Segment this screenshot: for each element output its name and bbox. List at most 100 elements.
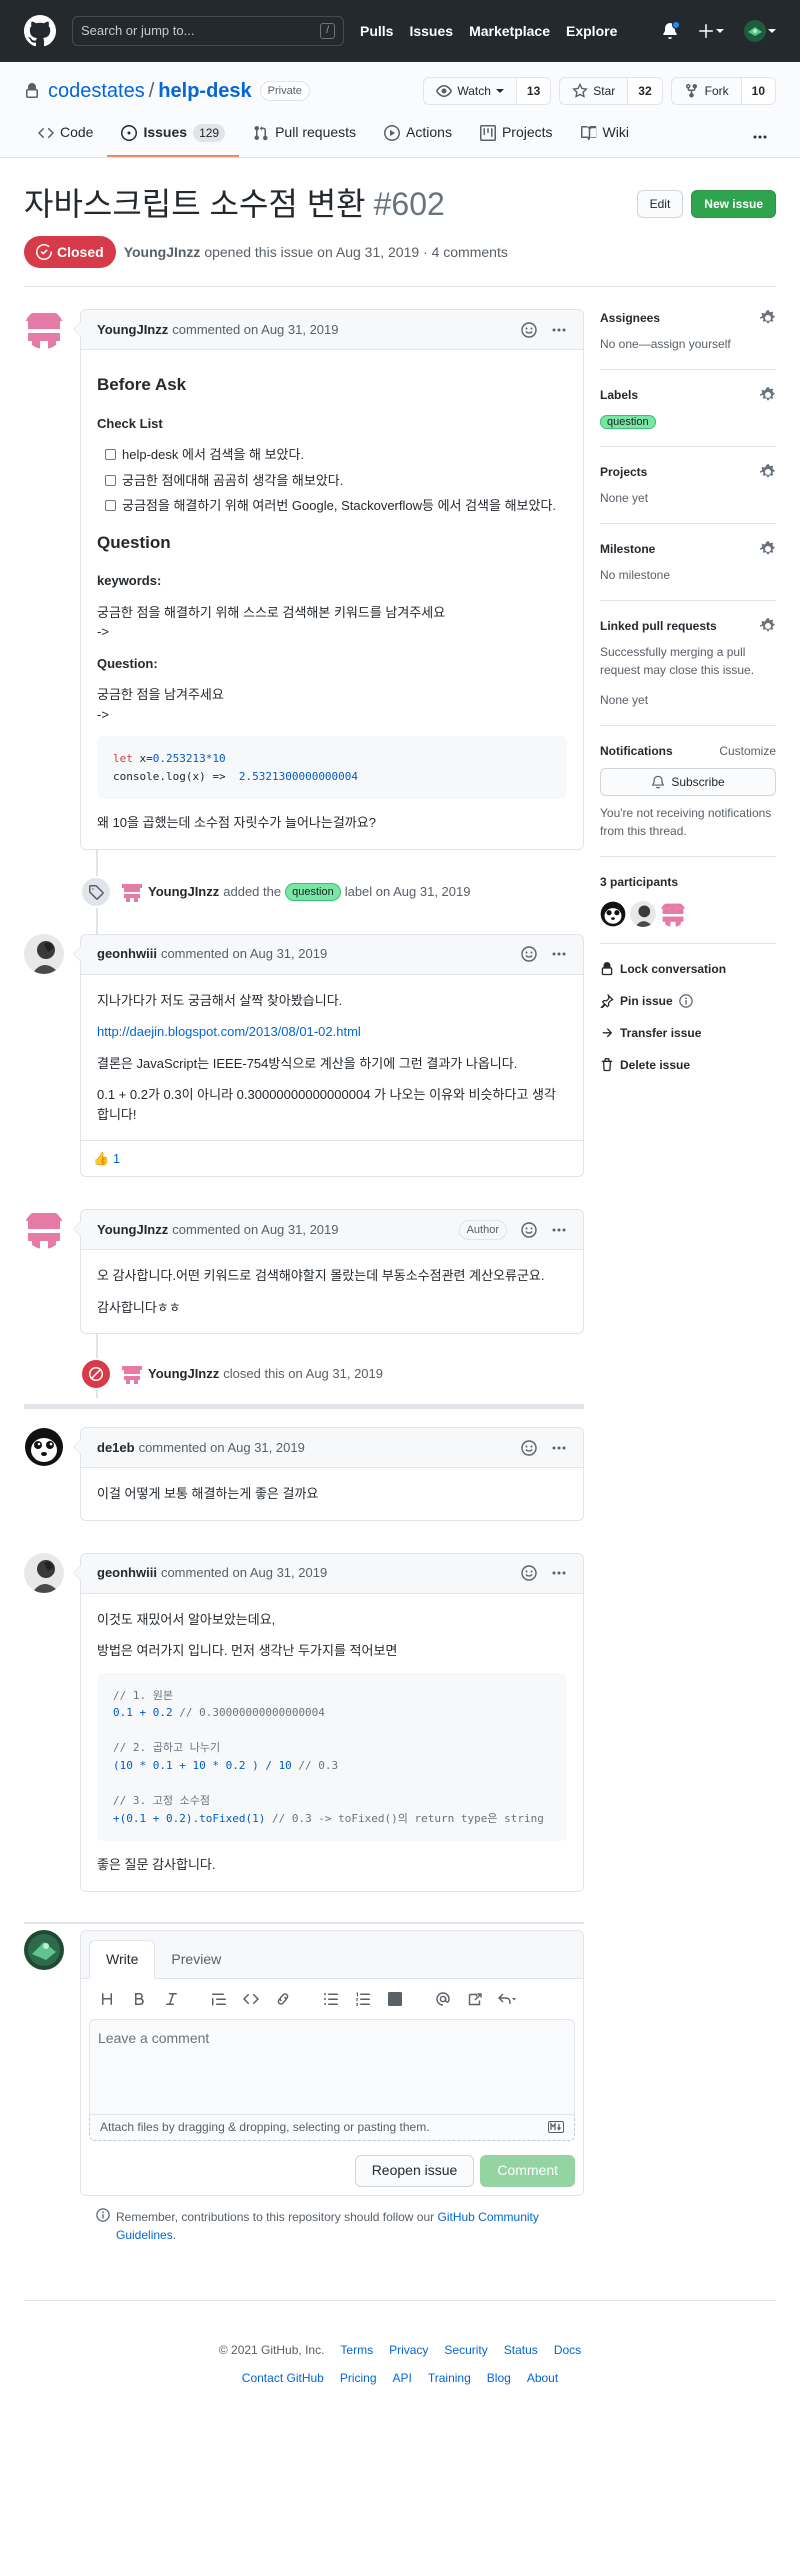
watch-button[interactable]: Watch bbox=[424, 78, 517, 104]
tab-actions[interactable]: Actions bbox=[370, 122, 466, 157]
search-input[interactable]: Search or jump to... / bbox=[72, 16, 344, 46]
tab-projects[interactable]: Projects bbox=[466, 122, 567, 157]
heading-icon[interactable] bbox=[93, 1991, 121, 2007]
avatar-youngjinzz[interactable] bbox=[24, 1209, 64, 1250]
tab-wiki[interactable]: Wiki bbox=[567, 122, 643, 157]
comment-timestamp[interactable]: commented on Aug 31, 2019 bbox=[172, 320, 338, 340]
comment-author[interactable]: geonhwiii bbox=[97, 1563, 157, 1583]
comment-textarea[interactable]: Leave a comment bbox=[89, 2018, 575, 2115]
smiley-reaction-icon[interactable] bbox=[521, 1439, 537, 1456]
quote-icon[interactable] bbox=[205, 1991, 233, 2007]
tab-write[interactable]: Write bbox=[89, 1939, 156, 1979]
avatar-youngjinzz[interactable] bbox=[24, 309, 64, 349]
footer-link-status[interactable]: Status bbox=[504, 2341, 538, 2359]
footer-link-api[interactable]: API bbox=[393, 2369, 412, 2387]
footer-link-terms[interactable]: Terms bbox=[340, 2341, 373, 2359]
bold-icon[interactable] bbox=[125, 1991, 153, 2007]
avatar-current-user[interactable] bbox=[24, 1929, 64, 1970]
nav-pulls[interactable]: Pulls bbox=[360, 21, 393, 42]
star-button[interactable]: Star bbox=[560, 78, 629, 104]
gear-icon[interactable] bbox=[760, 310, 776, 326]
watch-count[interactable]: 13 bbox=[516, 78, 551, 104]
comment-author[interactable]: YoungJInzz bbox=[97, 1220, 168, 1240]
issue-author-link[interactable]: YoungJInzz bbox=[124, 242, 201, 263]
new-issue-button[interactable]: New issue bbox=[691, 190, 776, 218]
tab-issues[interactable]: Issues 129 bbox=[107, 122, 240, 157]
comment-kebab-icon[interactable] bbox=[551, 1440, 567, 1456]
smiley-reaction-icon[interactable] bbox=[521, 321, 537, 338]
star-count[interactable]: 32 bbox=[628, 78, 662, 104]
comment-author[interactable]: de1eb bbox=[97, 1438, 135, 1458]
avatar-geonhwiii[interactable] bbox=[24, 933, 64, 974]
customize-link[interactable]: Customize bbox=[719, 742, 776, 760]
task-checkbox[interactable] bbox=[105, 500, 116, 512]
footer-link-privacy[interactable]: Privacy bbox=[389, 2341, 428, 2359]
comment-kebab-icon[interactable] bbox=[551, 1565, 567, 1581]
avatar-geonhwiii[interactable] bbox=[24, 1552, 64, 1593]
task-checkbox[interactable] bbox=[105, 474, 116, 486]
comment-kebab-icon[interactable] bbox=[551, 946, 567, 962]
mention-icon[interactable] bbox=[429, 1991, 457, 2007]
pin-issue-button[interactable]: Pin issue bbox=[600, 992, 776, 1010]
tasklist-icon[interactable] bbox=[381, 1991, 409, 2007]
participant-avatar-de1eb[interactable] bbox=[600, 901, 626, 927]
transfer-issue-button[interactable]: Transfer issue bbox=[600, 1024, 776, 1042]
lock-conversation-button[interactable]: Lock conversation bbox=[600, 960, 776, 978]
tab-code[interactable]: Code bbox=[24, 122, 107, 157]
comment-kebab-icon[interactable] bbox=[551, 1222, 567, 1238]
repo-name-link[interactable]: help-desk bbox=[158, 76, 251, 106]
avatar-youngjinzz-small[interactable] bbox=[122, 881, 142, 902]
assignees-value[interactable]: No one—assign yourself bbox=[600, 337, 731, 351]
event-actor[interactable]: YoungJInzz bbox=[148, 882, 219, 902]
blog-link[interactable]: http://daejin.blogspot.com/2013/08/01-02… bbox=[97, 1024, 361, 1039]
footer-link-contact[interactable]: Contact GitHub bbox=[242, 2369, 324, 2387]
comment-author[interactable]: geonhwiii bbox=[97, 944, 157, 964]
event-actor[interactable]: YoungJInzz bbox=[148, 1364, 219, 1384]
smiley-reaction-icon[interactable] bbox=[521, 946, 537, 962]
smiley-reaction-icon[interactable] bbox=[521, 1565, 537, 1581]
notifications-bell-icon[interactable] bbox=[662, 21, 680, 39]
thumbs-up-reaction[interactable]: 👍 1 bbox=[93, 1149, 120, 1169]
gear-icon[interactable] bbox=[760, 541, 776, 557]
smiley-reaction-icon[interactable] bbox=[521, 1221, 537, 1238]
create-new-dropdown[interactable] bbox=[698, 23, 724, 39]
comment-button[interactable]: Comment bbox=[480, 2154, 575, 2187]
comment-timestamp[interactable]: commented on Aug 31, 2019 bbox=[161, 944, 327, 964]
github-logo-icon[interactable] bbox=[24, 15, 56, 47]
task-checkbox[interactable] bbox=[105, 449, 116, 461]
footer-link-about[interactable]: About bbox=[527, 2369, 558, 2387]
markdown-icon[interactable] bbox=[548, 2121, 564, 2134]
footer-link-security[interactable]: Security bbox=[444, 2341, 487, 2359]
comment-author[interactable]: YoungJInzz bbox=[97, 320, 168, 340]
gear-icon[interactable] bbox=[760, 464, 776, 480]
link-icon[interactable] bbox=[269, 1991, 297, 2007]
tab-pull-requests[interactable]: Pull requests bbox=[239, 122, 370, 157]
gear-icon[interactable] bbox=[760, 618, 776, 634]
comment-kebab-icon[interactable] bbox=[551, 322, 567, 338]
more-tabs-kebab-icon[interactable] bbox=[744, 129, 776, 157]
label-question-badge[interactable]: question bbox=[285, 882, 341, 901]
subscribe-button[interactable]: Subscribe bbox=[600, 768, 776, 796]
label-question-badge[interactable]: question bbox=[600, 415, 656, 429]
avatar-youngjinzz-small[interactable] bbox=[122, 1364, 142, 1385]
comment-timestamp[interactable]: commented on Aug 31, 2019 bbox=[161, 1563, 327, 1583]
comment-timestamp[interactable]: commented on Aug 31, 2019 bbox=[172, 1220, 338, 1240]
list-ordered-icon[interactable] bbox=[349, 1991, 377, 2007]
nav-marketplace[interactable]: Marketplace bbox=[469, 21, 550, 42]
cross-reference-icon[interactable] bbox=[461, 1991, 489, 2007]
fork-count[interactable]: 10 bbox=[741, 78, 775, 104]
reply-icon[interactable] bbox=[493, 1991, 521, 2007]
footer-link-training[interactable]: Training bbox=[428, 2369, 471, 2387]
repo-owner-link[interactable]: codestates bbox=[48, 76, 145, 106]
footer-link-docs[interactable]: Docs bbox=[554, 2341, 581, 2359]
footer-link-blog[interactable]: Blog bbox=[487, 2369, 511, 2387]
avatar-de1eb[interactable] bbox=[24, 1427, 64, 1468]
reopen-issue-button[interactable]: Reopen issue bbox=[354, 2154, 475, 2187]
file-attach-zone[interactable]: Attach files by dragging & dropping, sel… bbox=[89, 2114, 575, 2141]
delete-issue-button[interactable]: Delete issue bbox=[600, 1056, 776, 1074]
tab-preview[interactable]: Preview bbox=[155, 1941, 237, 1978]
footer-link-pricing[interactable]: Pricing bbox=[340, 2369, 377, 2387]
comment-timestamp[interactable]: commented on Aug 31, 2019 bbox=[139, 1438, 305, 1458]
participant-avatar-geonhwiii[interactable] bbox=[630, 901, 656, 927]
list-unordered-icon[interactable] bbox=[317, 1991, 345, 2007]
